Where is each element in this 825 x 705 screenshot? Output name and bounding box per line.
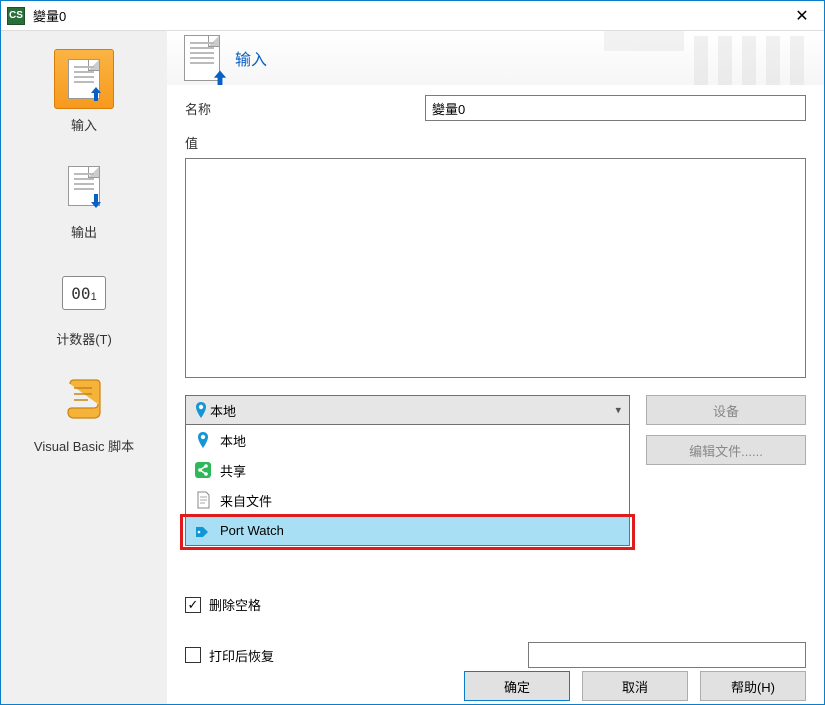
edit-file-button[interactable]: 编辑文件...... [646,435,806,465]
device-button[interactable]: 设备 [646,395,806,425]
scroll-icon [54,370,114,430]
sidebar: 输入 输出 001 计数器(T) [1,31,167,704]
file-icon [192,489,214,511]
dialog-footer: 确定 取消 帮助(H) [167,668,824,704]
sidebar-item-label: 输出 [71,222,97,241]
sidebar-item-counter[interactable]: 001 计数器(T) [1,263,167,348]
dropdown-option-label: Port Watch [220,523,284,538]
source-dropdown[interactable]: 本地 ▾ [185,395,630,425]
help-button[interactable]: 帮助(H) [700,671,806,701]
close-button[interactable]: ✕ [780,1,824,31]
share-icon [192,459,214,481]
dropdown-option-share[interactable]: 共享 [186,455,629,485]
sidebar-item-output[interactable]: 输出 [1,156,167,241]
trim-spaces-checkbox[interactable] [185,597,201,613]
name-input[interactable] [425,95,806,121]
restore-after-print-label: 打印后恢复 [209,646,274,665]
counter-icon: 001 [54,263,114,323]
pin-icon [192,401,210,419]
value-label: 值 [185,133,806,152]
output-icon [54,156,114,216]
restore-value-input[interactable] [528,642,806,668]
source-dropdown-list: 本地 共享 [185,425,630,546]
window-title: 變量0 [33,6,780,25]
header-input-icon [179,35,225,81]
dropdown-option-label: 来自文件 [220,491,272,510]
app-icon: CS [7,7,25,25]
header-banner: 输入 [167,31,824,85]
value-textarea[interactable] [185,158,806,378]
sidebar-item-label: Visual Basic 脚本 [34,436,134,455]
dropdown-option-label: 本地 [220,431,246,450]
dropdown-option-label: 共享 [220,461,246,480]
name-label: 名称 [185,99,425,118]
ok-button[interactable]: 确定 [464,671,570,701]
titlebar: CS 變量0 ✕ [1,1,824,31]
tag-icon [192,519,214,541]
header-decoration [604,31,824,85]
dropdown-option-portwatch[interactable]: Port Watch [186,515,629,545]
sidebar-item-input[interactable]: 输入 [1,49,167,134]
trim-spaces-label: 删除空格 [209,595,261,614]
pin-icon [192,429,214,451]
header-heading: 输入 [235,46,267,70]
dropdown-option-local[interactable]: 本地 [186,425,629,455]
cancel-button[interactable]: 取消 [582,671,688,701]
sidebar-item-label: 输入 [71,115,97,134]
sidebar-item-label: 计数器(T) [56,329,112,348]
chevron-down-icon: ▾ [615,404,621,417]
dropdown-option-fromfile[interactable]: 来自文件 [186,485,629,515]
dropdown-selected-label: 本地 [210,401,236,420]
restore-after-print-checkbox[interactable] [185,647,201,663]
input-icon [54,49,114,109]
sidebar-item-vbscript[interactable]: Visual Basic 脚本 [1,370,167,455]
